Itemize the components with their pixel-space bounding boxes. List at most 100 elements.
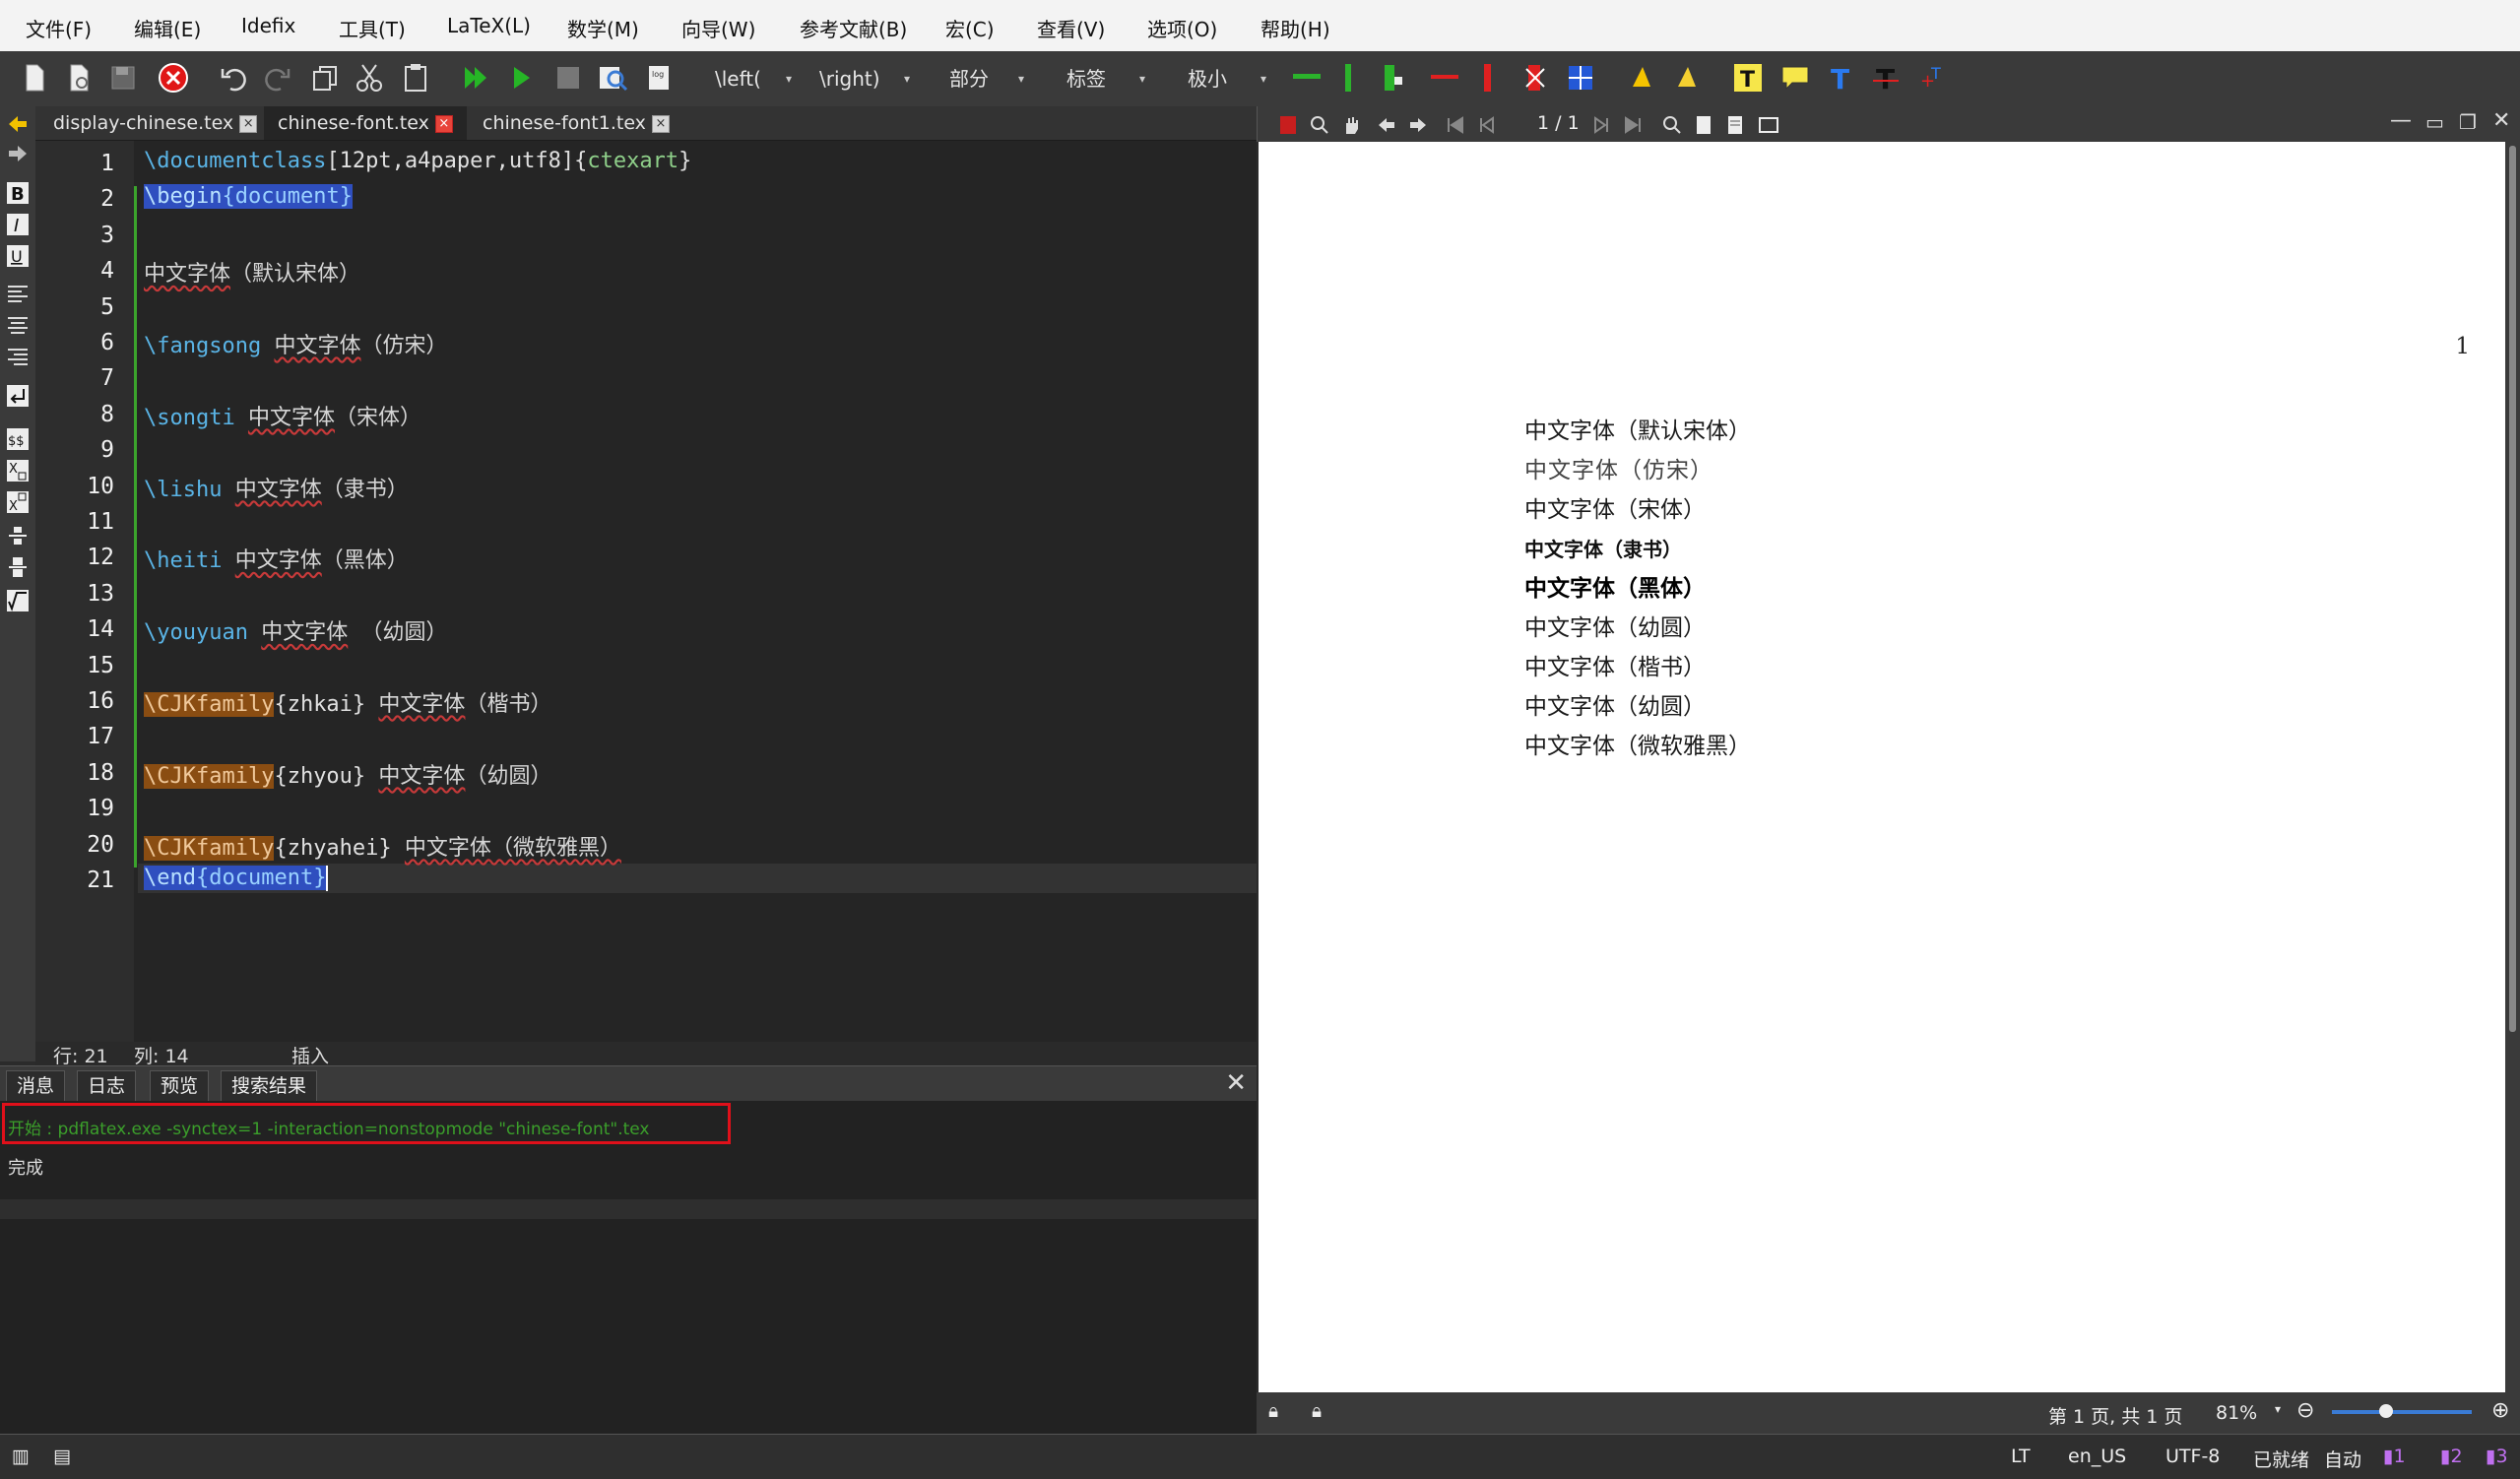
single-page-icon[interactable] — [1693, 114, 1714, 136]
zoom-level[interactable]: 81% — [2216, 1402, 2257, 1424]
menu-wizard[interactable]: 向导(W) — [681, 14, 755, 42]
new-file-icon[interactable] — [18, 61, 51, 95]
menu-bibliography[interactable]: 参考文献(B) — [800, 14, 907, 42]
bold-icon[interactable]: B — [6, 181, 30, 205]
menu-math[interactable]: 数学(M) — [567, 14, 639, 42]
next-page-icon[interactable] — [1590, 114, 1612, 136]
fraction-icon[interactable] — [6, 524, 30, 547]
copy-icon[interactable] — [308, 61, 342, 95]
tab-chinese-font[interactable]: chinese-font.tex × — [264, 106, 467, 140]
code-line[interactable]: \CJKfamily{zhyahei} 中文字体（微软雅黑） — [144, 830, 621, 862]
code-line[interactable]: \documentclass[12pt,a4paper,utf8]{ctexar… — [144, 149, 691, 173]
comment-icon[interactable] — [1778, 61, 1812, 95]
text-box-icon[interactable]: T — [1731, 61, 1765, 95]
delete-column-icon[interactable] — [1518, 61, 1552, 95]
code-line[interactable]: \end{document} — [144, 866, 327, 890]
messages-toggle-icon[interactable]: ▤ — [53, 1446, 71, 1467]
align-right-icon[interactable] — [6, 345, 30, 368]
log-icon[interactable]: log — [642, 61, 676, 95]
tab-chinese-font1[interactable]: chinese-font1.tex × — [469, 106, 683, 140]
page-indicator[interactable]: 1 / 1 — [1537, 112, 1580, 134]
float-icon[interactable]: ❐ — [2459, 110, 2477, 134]
zoom-out-icon[interactable]: ⊖ — [2296, 1398, 2314, 1423]
vline-green-icon[interactable] — [1331, 61, 1365, 95]
label-combo[interactable]: 标签 ▾ — [1066, 63, 1145, 95]
close-icon[interactable]: × — [651, 114, 670, 133]
search-icon[interactable] — [1661, 114, 1683, 136]
hand-icon[interactable] — [1340, 114, 1362, 136]
bookmark-2-icon[interactable]: ▮2 — [2440, 1446, 2463, 1467]
bookmark-3-icon[interactable]: ▮3 — [2486, 1446, 2508, 1467]
align-center-icon[interactable] — [6, 313, 30, 337]
menu-tools[interactable]: 工具(T) — [339, 14, 406, 42]
tab-display-chinese[interactable]: display-chinese.tex × — [39, 106, 271, 140]
languagetool-status[interactable]: LT — [2011, 1446, 2031, 1467]
code-line[interactable]: \youyuan 中文字体 （幼圆） — [144, 614, 447, 646]
stop-icon[interactable] — [551, 61, 585, 95]
menu-latex[interactable]: LaTeX(L) — [447, 14, 531, 37]
menu-help[interactable]: 帮助(H) — [1260, 14, 1330, 42]
menu-edit[interactable]: 编辑(E) — [134, 14, 201, 42]
bookmark-1-icon[interactable]: ▮1 — [2383, 1446, 2406, 1467]
menu-idefix[interactable]: Idefix — [241, 14, 295, 37]
close-icon[interactable]: × — [434, 114, 453, 133]
viewer-scrollbar[interactable] — [2505, 142, 2520, 1392]
add-column-icon[interactable] — [1377, 61, 1410, 95]
last-page-icon[interactable] — [1622, 114, 1644, 136]
sqrt-icon[interactable] — [6, 589, 30, 612]
highlight-icon[interactable] — [1625, 61, 1658, 95]
code-line[interactable]: \CJKfamily{zhkai} 中文字体（楷书） — [144, 686, 551, 718]
language-select[interactable]: en_US — [2068, 1446, 2126, 1467]
zoom-icon[interactable] — [1309, 114, 1330, 136]
vline-red-icon[interactable] — [1471, 61, 1505, 95]
undo-icon[interactable] — [217, 61, 250, 95]
continuous-page-icon[interactable] — [1724, 114, 1746, 136]
encoding-select[interactable]: UTF-8 — [2165, 1446, 2220, 1467]
compile-icon[interactable] — [505, 61, 539, 95]
save-icon[interactable] — [106, 61, 140, 95]
table-blue-icon[interactable] — [1564, 61, 1597, 95]
subscript-icon[interactable]: X — [6, 459, 30, 482]
code-line[interactable]: \CJKfamily{zhyou} 中文字体（幼圆） — [144, 758, 551, 790]
text-blue-icon[interactable]: T — [1824, 61, 1857, 95]
view-icon[interactable] — [596, 61, 629, 95]
code-line[interactable]: \heiti 中文字体（黑体） — [144, 543, 409, 574]
menu-options[interactable]: 选项(O) — [1147, 14, 1217, 42]
auto-status[interactable]: 自动 — [2324, 1446, 2361, 1472]
scroll-thumb[interactable] — [2509, 146, 2516, 1032]
close-panel-icon[interactable]: ✕ — [1225, 1068, 1247, 1098]
section-combo[interactable]: 部分 ▾ — [949, 63, 1024, 95]
pdf-page[interactable]: 1 中文字体（默认宋体） 中文字体（仿宋） 中文字体（宋体） 中文字体（隶书） 中文字体… — [1259, 142, 2505, 1392]
italic-icon[interactable]: I — [6, 213, 30, 236]
newline-icon[interactable] — [6, 384, 30, 408]
left-delim-combo[interactable]: \left(▾ — [715, 63, 792, 95]
zoom-in-icon[interactable]: ⊕ — [2491, 1398, 2509, 1423]
underline-icon[interactable]: U — [6, 244, 30, 268]
code-line[interactable]: \songti 中文字体（宋体） — [144, 400, 421, 431]
menu-view[interactable]: 查看(V) — [1037, 14, 1105, 42]
structure-toggle-icon[interactable]: ▥ — [12, 1446, 30, 1467]
size-combo[interactable]: 极小 ▾ — [1188, 63, 1266, 95]
zoom-slider-handle[interactable] — [2379, 1404, 2393, 1418]
arrow-left-icon[interactable] — [6, 112, 30, 136]
tab-search-results[interactable]: 搜索结果 — [221, 1070, 318, 1101]
close-viewer-icon[interactable]: ✕ — [2492, 108, 2510, 133]
build-view-icon[interactable] — [459, 61, 492, 95]
lock-2-icon[interactable]: 🔒︎ — [1312, 1400, 1322, 1422]
tab-log[interactable]: 日志 — [77, 1070, 137, 1101]
cut-icon[interactable] — [353, 61, 386, 95]
text-strike-icon[interactable]: T — [1869, 61, 1903, 95]
highlight-2-icon[interactable] — [1670, 61, 1704, 95]
menu-file[interactable]: 文件(F) — [26, 14, 92, 42]
lock-icon[interactable]: 🔒︎ — [1268, 1400, 1278, 1422]
tab-preview[interactable]: 预览 — [150, 1070, 210, 1101]
paste-icon[interactable] — [399, 61, 432, 95]
hline-green-icon[interactable] — [1290, 61, 1324, 95]
code-line[interactable]: \lishu 中文字体（隶书） — [144, 472, 409, 503]
prev-page-icon[interactable] — [1476, 114, 1498, 136]
chevron-down-icon[interactable]: ▾ — [2275, 1402, 2281, 1416]
minimize-icon[interactable]: — — [2390, 108, 2412, 133]
code-line[interactable]: \begin{document} — [144, 184, 353, 210]
fit-window-icon[interactable] — [1758, 114, 1779, 136]
close-icon[interactable]: × — [239, 114, 258, 133]
